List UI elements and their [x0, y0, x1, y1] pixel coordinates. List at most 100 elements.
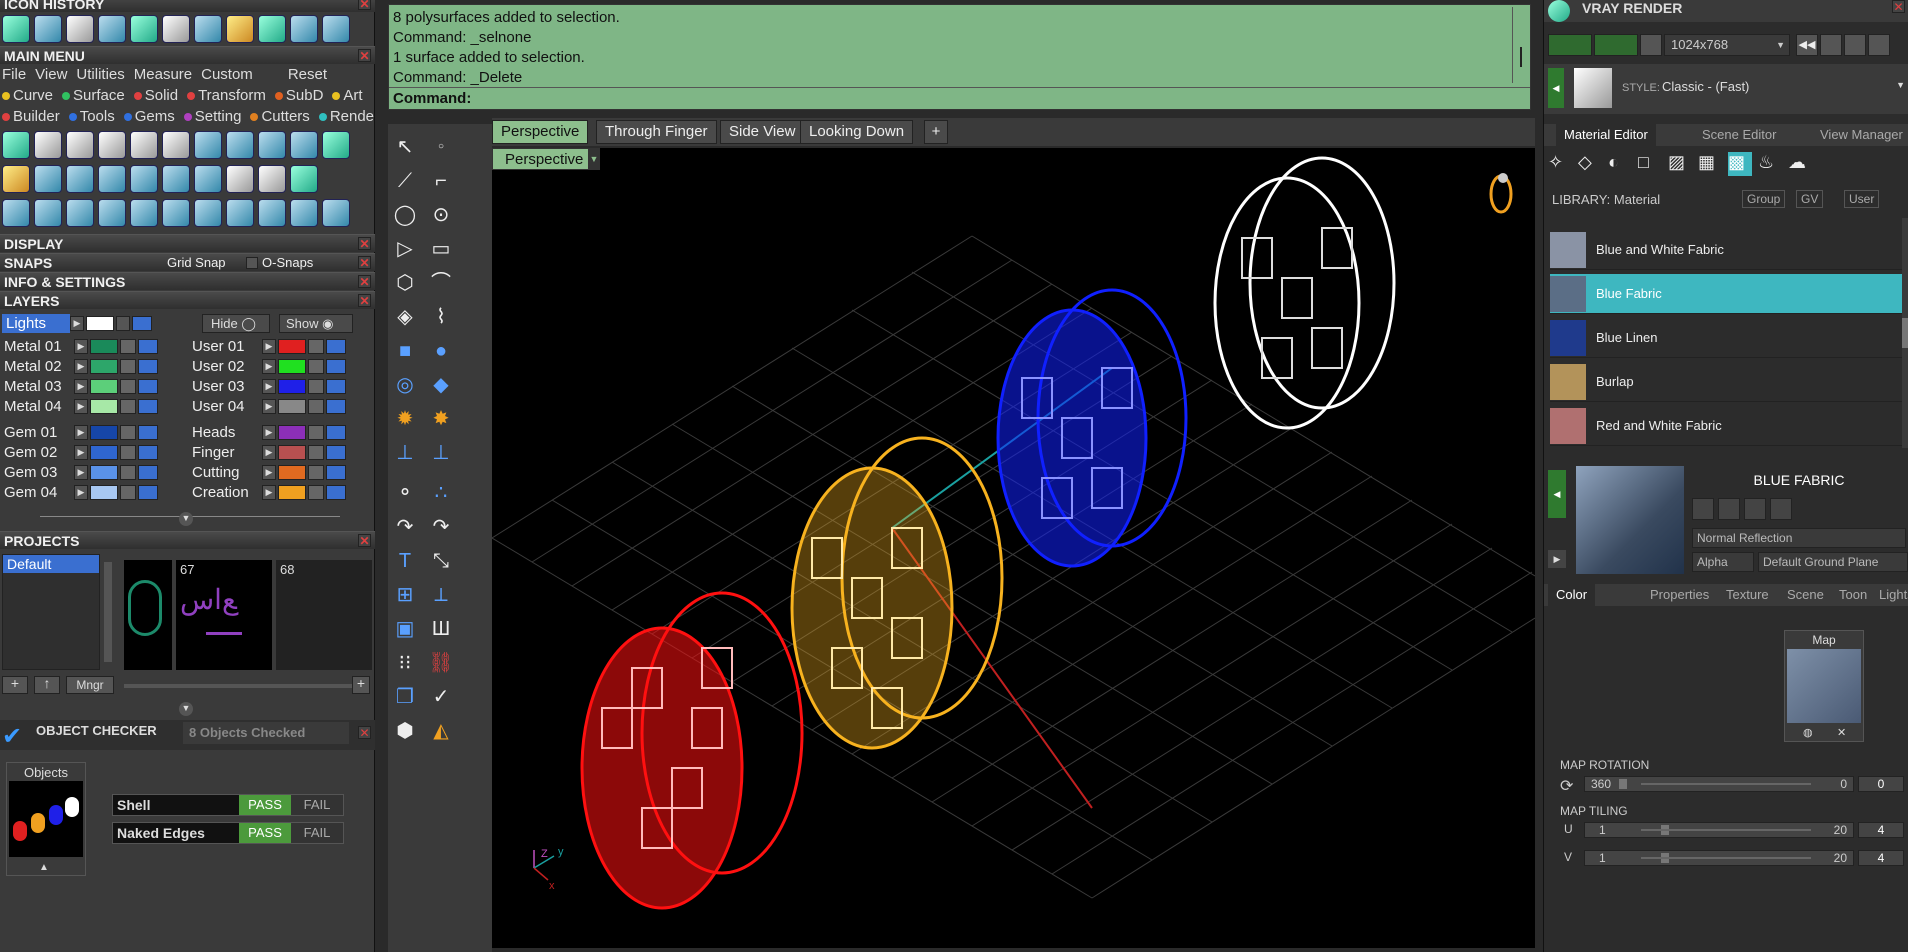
layer-row[interactable]: User 02 ▶ — [192, 357, 346, 376]
copy-icon[interactable]: ❐ — [392, 684, 418, 710]
boolean-icon[interactable]: ⚬ — [392, 480, 418, 506]
show-button[interactable]: Show ◉ — [279, 314, 353, 333]
grid-icon[interactable] — [162, 165, 190, 193]
layer-row[interactable]: User 01 ▶ — [192, 337, 346, 356]
perspective-viewport[interactable]: Perspective ▼ Z y x — [492, 148, 1535, 948]
box-3d-icon[interactable] — [130, 165, 158, 193]
import-icon[interactable] — [1744, 498, 1766, 520]
hand-icon[interactable] — [2, 165, 30, 193]
close-icon[interactable]: ✕ — [358, 256, 371, 269]
circle-icon[interactable] — [322, 199, 350, 227]
points-icon[interactable]: ∴ — [428, 480, 454, 506]
render-icon[interactable] — [226, 165, 254, 193]
layer-color-swatch[interactable] — [278, 339, 306, 354]
layer-visibility-bar[interactable] — [326, 359, 346, 374]
layer-row[interactable]: User 03 ▶ — [192, 377, 346, 396]
vray-icon[interactable] — [2, 15, 30, 43]
layer-row[interactable]: User 04 ▶ — [192, 397, 346, 416]
chain-icon[interactable]: ⛓ — [428, 650, 454, 676]
layer-visibility-bar[interactable] — [138, 425, 158, 440]
menu-measure[interactable]: Measure — [134, 66, 192, 83]
layer-color-swatch[interactable] — [278, 399, 306, 414]
edit-icon[interactable] — [258, 131, 286, 159]
layer-visibility-bar[interactable] — [138, 359, 158, 374]
menu-view[interactable]: View — [35, 66, 67, 83]
close-icon[interactable]: ✕ — [358, 49, 371, 62]
fabric-icon[interactable]: ▩ — [1728, 152, 1752, 176]
tab-texture[interactable]: Texture — [1726, 587, 1769, 602]
shell-icon[interactable] — [130, 131, 158, 159]
point-icon[interactable]: ○ — [428, 134, 454, 160]
layer-visibility-bar[interactable] — [138, 339, 158, 354]
command-input[interactable]: Command: — [389, 87, 1530, 109]
add-icon[interactable]: + — [352, 676, 370, 694]
scale-icon[interactable] — [258, 15, 286, 43]
lock-icon[interactable] — [308, 425, 324, 440]
layer-row[interactable]: Gem 03 ▶ — [4, 463, 158, 482]
menu-tools[interactable]: Tools — [68, 108, 115, 125]
stripes-icon[interactable]: ▨ — [1668, 152, 1692, 176]
vray-icon[interactable] — [2, 131, 30, 159]
layer-row[interactable]: Heads ▶ — [192, 423, 346, 442]
arc-icon[interactable]: ⌒ — [428, 270, 454, 296]
fan-icon[interactable] — [194, 199, 222, 227]
landscape-icon[interactable] — [290, 131, 318, 159]
menu-render[interactable]: Render — [318, 108, 375, 125]
map-rotation-slider[interactable]: 360 0 — [1584, 776, 1854, 792]
lock-icon[interactable] — [308, 485, 324, 500]
plane-icon[interactable]: ◆ — [428, 372, 454, 398]
menu-art[interactable]: Art — [332, 87, 363, 104]
layer-visibility-bar[interactable] — [132, 316, 152, 331]
layer-row[interactable]: Creation ▶ — [192, 483, 346, 502]
gear-icon[interactable]: ✹ — [392, 406, 418, 432]
material-item[interactable]: Blue and White Fabric — [1550, 230, 1903, 270]
tab-material-editor[interactable]: Material Editor — [1556, 124, 1656, 146]
osnaps-toggle[interactable]: O-Snaps — [262, 254, 313, 272]
forward-arrow-icon[interactable] — [322, 15, 350, 43]
layer-visibility-bar[interactable] — [326, 445, 346, 460]
lock-icon[interactable] — [120, 379, 136, 394]
lines-icon[interactable] — [194, 131, 222, 159]
layer-row[interactable]: Finger ▶ — [192, 443, 346, 462]
project-thumbnail[interactable]: 68 — [276, 560, 372, 670]
layer-visibility-bar[interactable] — [326, 485, 346, 500]
project-thumbnail[interactable] — [124, 560, 172, 670]
pages-icon[interactable] — [66, 165, 94, 193]
style-value[interactable]: Classic - (Fast) — [1662, 79, 1749, 94]
material-item[interactable]: Red and White Fabric — [1550, 406, 1903, 446]
layer-visibility-bar[interactable] — [138, 379, 158, 394]
menu-gems[interactable]: Gems — [123, 108, 175, 125]
tab-properties[interactable]: Properties — [1650, 587, 1709, 602]
close-icon[interactable]: ✕ — [358, 294, 371, 307]
layer-row[interactable]: Cutting ▶ — [192, 463, 346, 482]
objects-thumbnail[interactable] — [9, 781, 83, 857]
frame-icon[interactable] — [1820, 34, 1842, 56]
paint-icon[interactable]: ◭ — [428, 718, 454, 744]
tab-side-view[interactable]: Side View — [720, 120, 805, 144]
layer-row[interactable]: Metal 02 ▶ — [4, 357, 158, 376]
grid-snap-toggle[interactable]: Grid Snap — [167, 254, 226, 272]
box-icon[interactable] — [162, 131, 190, 159]
layer-visibility-bar[interactable] — [138, 465, 158, 480]
lock-icon[interactable] — [120, 425, 136, 440]
pattern-icon[interactable]: ▦ — [1698, 152, 1722, 176]
expand-icon[interactable]: ▶ — [74, 379, 88, 394]
layer-color-swatch[interactable] — [90, 359, 118, 374]
v-tiling-slider[interactable]: 1 20 — [1584, 850, 1854, 866]
ruler-icon[interactable]: ⟂ — [428, 582, 454, 608]
table-icon[interactable] — [1868, 34, 1890, 56]
ellipse-icon[interactable]: ⊙ — [428, 202, 454, 228]
material-item-selected[interactable]: Blue Fabric — [1550, 274, 1903, 314]
layer-row[interactable]: Gem 02 ▶ — [4, 443, 158, 462]
expand-icon[interactable]: ▶ — [74, 485, 88, 500]
layer-color-swatch[interactable] — [90, 485, 118, 500]
tab-lights[interactable]: Lights — [1879, 587, 1908, 602]
menu-builder[interactable]: Builder — [2, 108, 60, 125]
lock-icon[interactable] — [308, 399, 324, 414]
arrow-icon[interactable] — [98, 131, 126, 159]
expand-icon[interactable]: ▶ — [262, 379, 276, 394]
layer-visibility-bar[interactable] — [326, 379, 346, 394]
sphere-icon[interactable]: ● — [428, 338, 454, 364]
extrude-icon[interactable]: ⊥ — [392, 440, 418, 466]
menu-surface[interactable]: Surface — [62, 87, 125, 104]
